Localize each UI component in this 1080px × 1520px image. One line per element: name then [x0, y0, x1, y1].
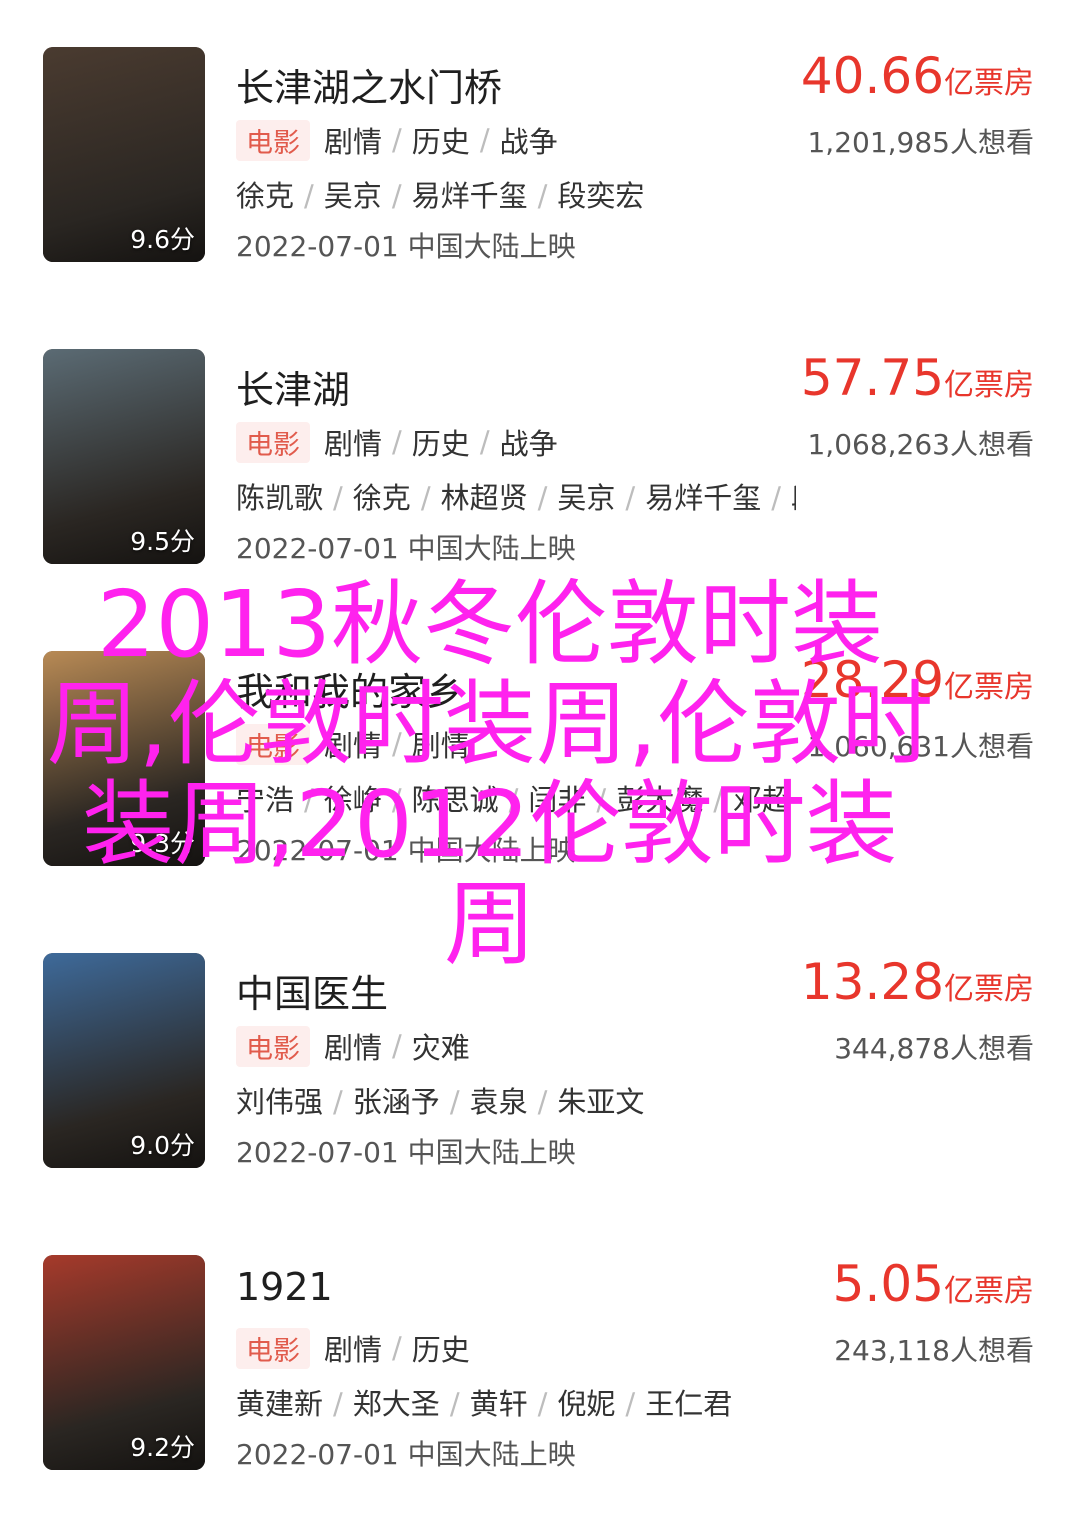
movie-poster[interactable]: 9.5分	[43, 349, 205, 564]
box-office: 40.66亿票房	[801, 47, 1034, 105]
genre-row: 电影 剧情 / 灾难	[236, 1025, 470, 1067]
movie-item[interactable]: 9.6分 长津湖之水门桥 电影 剧情 / 历史 / 战争 徐克 / 吴京 / 易烊千玺 / 段奕宏 2022-…	[0, 47, 1080, 267]
box-office-value: 5.05	[832, 1255, 944, 1313]
box-office-unit: 亿票房	[944, 368, 1034, 403]
movie-poster[interactable]: 9.0分	[43, 953, 205, 1168]
movie-poster[interactable]: 9.2分	[43, 1255, 205, 1470]
poster-score: 9.6分	[130, 225, 195, 254]
separator: /	[625, 481, 636, 515]
box-office: 5.05亿票房	[833, 1255, 1034, 1313]
type-badge: 电影	[236, 1025, 310, 1067]
poster-score: 9.2分	[130, 1433, 195, 1462]
separator: /	[479, 123, 490, 157]
genre-label: 战争	[499, 427, 558, 461]
cast-name: 黄建新	[236, 1387, 324, 1421]
cast-name: 徐克	[352, 481, 411, 515]
cast-row: 刘伟强 / 张涵予 / 袁泉 / 朱亚文	[236, 1079, 796, 1121]
separator: /	[392, 123, 402, 157]
cast-row: 黄建新 / 郑大圣 / 黄轩 / 倪妮 / 王仁君	[236, 1381, 796, 1423]
separator: /	[420, 481, 431, 515]
poster-score: 9.5分	[130, 527, 195, 556]
genre-label: 历史	[411, 125, 470, 159]
cast-name: 王仁君	[645, 1387, 733, 1421]
genre-row: 电影 剧情 / 历史 / 战争	[236, 421, 558, 463]
box-office-unit: 亿票房	[944, 972, 1034, 1007]
want-count: 243,118人想看	[834, 1334, 1034, 1367]
cast-row: 陈凯歌 / 徐克 / 林超贤 / 吴京 / 易烊千玺 / 段奕宏	[236, 475, 796, 517]
cast-name: 吴京	[323, 179, 382, 213]
cast-name: 段奕宏	[557, 179, 645, 213]
box-office-unit: 亿票房	[944, 1274, 1034, 1309]
release-info: 2022-07-01 中国大陆上映	[236, 1438, 576, 1471]
movie-poster[interactable]: 9.6分	[43, 47, 205, 262]
movie-title[interactable]: 长津湖之水门桥	[236, 57, 502, 112]
separator: /	[392, 1029, 402, 1063]
movie-item[interactable]: 9.0分 中国医生 电影 剧情 / 灾难 刘伟强 / 张涵予 / 袁泉 / 朱亚文 2022-07-01 …	[0, 953, 1080, 1173]
type-badge: 电影	[236, 421, 310, 463]
genre-label: 灾难	[411, 1031, 470, 1065]
genre-row: 电影 剧情 / 历史	[236, 1327, 470, 1369]
cast-name: 段奕宏	[791, 481, 796, 515]
cast-name: 徐克	[236, 179, 295, 213]
separator: /	[333, 481, 343, 515]
type-badge: 电影	[236, 119, 310, 161]
cast-name: 刘伟强	[236, 1085, 324, 1119]
want-count: 1,068,263人想看	[807, 428, 1034, 461]
want-count: 344,878人想看	[834, 1032, 1034, 1065]
cast-name: 袁泉	[469, 1085, 528, 1119]
cast-name: 易烊千玺	[645, 481, 762, 515]
box-office-value: 40.66	[800, 47, 944, 105]
cast-name: 黄轩	[469, 1387, 528, 1421]
separator: /	[771, 481, 781, 515]
cast-name: 陈凯歌	[236, 481, 324, 515]
movie-title[interactable]: 长津湖	[236, 359, 350, 414]
cast-row: 徐克 / 吴京 / 易烊千玺 / 段奕宏	[236, 173, 796, 215]
separator: /	[479, 425, 490, 459]
type-badge: 电影	[236, 1327, 310, 1369]
cast-name: 张涵予	[352, 1085, 440, 1119]
watermark-overlay-text: 2013秋冬伦敦时装周,伦敦时装周,伦敦时装周,2012伦敦时装周	[46, 571, 934, 978]
cast-name: 朱亚文	[557, 1085, 645, 1119]
movie-item[interactable]: 9.5分 长津湖电影剧情 / 历史 / 战争陈凯歌 / 徐克 / 林超贤 / 吴京 / 易烊千玺 / 段奕宏 2…	[0, 349, 1080, 569]
separator: /	[392, 1331, 402, 1365]
box-office-unit: 亿票房	[944, 670, 1034, 705]
cast-name: 林超贤	[440, 481, 528, 515]
separator: /	[537, 179, 548, 213]
separator: /	[449, 1387, 460, 1421]
separator: /	[625, 1387, 636, 1421]
separator: /	[304, 179, 314, 213]
movie-title[interactable]: 1921	[236, 1265, 333, 1309]
release-info: 2022-07-01 中国大陆上映	[236, 1136, 576, 1169]
box-office-value: 57.75	[800, 349, 944, 407]
cast-name: 易烊千玺	[411, 179, 528, 213]
genre-label: 剧情	[324, 1031, 383, 1065]
cast-name: 吴京	[557, 481, 616, 515]
separator: /	[537, 1387, 548, 1421]
genre-label: 剧情	[324, 125, 383, 159]
separator: /	[333, 1085, 343, 1119]
movie-item[interactable]: 9.2分 1921 电影 剧情 / 历史黄建新 / 郑大圣 / 黄轩 / 倪妮 / 王仁君 2022-07-…	[0, 1255, 1080, 1475]
genre-label: 剧情	[324, 1333, 383, 1367]
box-office: 57.75亿票房	[801, 349, 1034, 407]
separator: /	[537, 1085, 548, 1119]
poster-score: 9.0分	[130, 1131, 195, 1160]
release-info: 2022-07-01 中国大陆上映	[236, 532, 576, 565]
cast-name: 郑大圣	[352, 1387, 440, 1421]
box-office-unit: 亿票房	[944, 66, 1034, 101]
separator: /	[537, 481, 548, 515]
want-count: 1,201,985人想看	[807, 126, 1034, 159]
release-info: 2022-07-01 中国大陆上映	[236, 230, 576, 263]
separator: /	[392, 425, 402, 459]
genre-label: 剧情	[324, 427, 383, 461]
separator: /	[449, 1085, 460, 1119]
genre-row: 电影 剧情 / 历史 / 战争	[236, 119, 558, 161]
genre-label: 历史	[411, 1333, 470, 1367]
genre-label: 战争	[499, 125, 558, 159]
cast-name: 倪妮	[557, 1387, 616, 1421]
separator: /	[391, 179, 402, 213]
genre-label: 历史	[411, 427, 470, 461]
separator: /	[333, 1387, 343, 1421]
